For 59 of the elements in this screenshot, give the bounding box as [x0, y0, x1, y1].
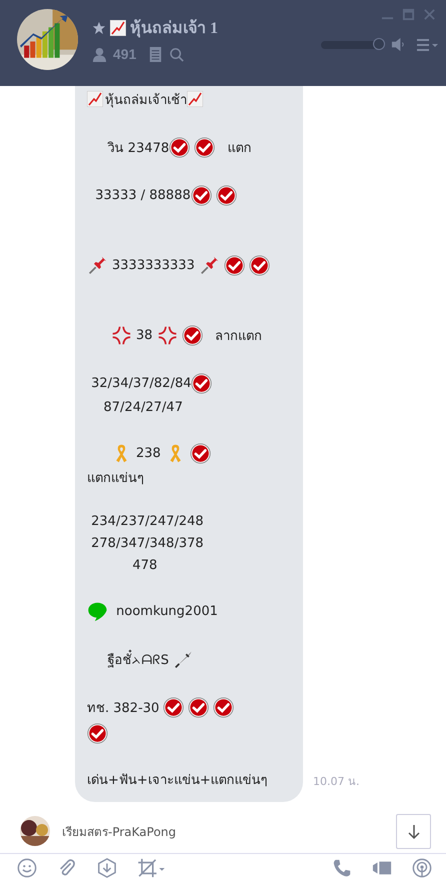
chat-app-logo-icon: [87, 600, 108, 622]
phone-icon[interactable]: [332, 858, 352, 878]
message-text: 278/347/348/378: [90, 536, 204, 550]
note-icon[interactable]: [148, 46, 164, 62]
message-text: 234/237/247/248: [90, 514, 204, 528]
chart-icon: [110, 20, 126, 36]
emoji-icon[interactable]: [17, 858, 37, 878]
message-text: ลากแตก: [214, 328, 262, 346]
speaker-icon[interactable]: [391, 37, 406, 52]
message-time: 10.07 น.: [313, 774, 360, 790]
star-icon[interactable]: [92, 20, 106, 34]
check-mark-icon: [188, 696, 210, 718]
message-text: 478: [131, 558, 158, 572]
pushpin-icon: [87, 254, 108, 276]
broadcast-icon[interactable]: [412, 858, 432, 878]
scroll-down-button[interactable]: [396, 814, 431, 849]
crop-icon[interactable]: [137, 858, 165, 878]
check-mark-icon: [248, 254, 270, 276]
message-text: 33333 / 88888: [94, 188, 191, 202]
check-mark-icon: [169, 136, 190, 158]
check-mark-icon: [87, 722, 108, 744]
check-mark-icon: [163, 696, 184, 718]
message-text: แตกแข่นๆ: [87, 470, 144, 488]
check-mark-icon: [190, 184, 212, 206]
member-count[interactable]: 491: [113, 46, 136, 62]
sender-name: เรียมสตร-PraKaPong: [62, 824, 176, 840]
menu-icon[interactable]: [416, 38, 438, 52]
message-text: แตก: [226, 140, 252, 158]
person-icon[interactable]: [92, 46, 107, 62]
anger-symbol-icon: [111, 324, 132, 346]
anger-symbol-icon: [156, 324, 178, 346]
close-icon[interactable]: [423, 8, 436, 21]
message-text: วิน 23478: [106, 140, 170, 158]
message-text: 238: [136, 446, 162, 460]
message-text: หุ้นถล่มเจ้าเช้า: [105, 92, 187, 110]
message-text: 38: [136, 328, 154, 342]
message-text: 32/34/37/82/84: [90, 376, 192, 390]
check-mark-icon: [190, 442, 211, 464]
chart-icon: [187, 91, 203, 107]
check-mark-icon: [216, 184, 237, 206]
check-mark-icon: [191, 372, 212, 394]
chart-icon: [87, 91, 103, 107]
message-text: 87/24/27/47: [102, 400, 183, 414]
message-text: ทช. 382-30: [87, 700, 160, 718]
check-mark-icon: [194, 136, 216, 158]
download-icon[interactable]: [97, 858, 117, 878]
message-text: noomkung2001: [115, 604, 218, 618]
check-mark-icon: [182, 324, 203, 346]
message-text: ฐือชั๋ᨂᗩᖇS: [87, 648, 174, 670]
down-arrow-icon: [406, 824, 422, 840]
pushpin-icon: [198, 254, 220, 276]
message-text: เด่น+ฟัน+เจาะแข่น+แตกแข่นๆ: [87, 772, 268, 790]
check-mark-icon: [224, 254, 245, 276]
message-text: 3333333333: [112, 258, 196, 272]
paperclip-icon[interactable]: [57, 858, 77, 878]
maximize-icon[interactable]: [402, 8, 415, 21]
check-mark-icon: [213, 696, 234, 718]
chat-title: หุ้นถล่มเจ้า 1: [130, 18, 218, 40]
search-icon[interactable]: [169, 46, 184, 62]
